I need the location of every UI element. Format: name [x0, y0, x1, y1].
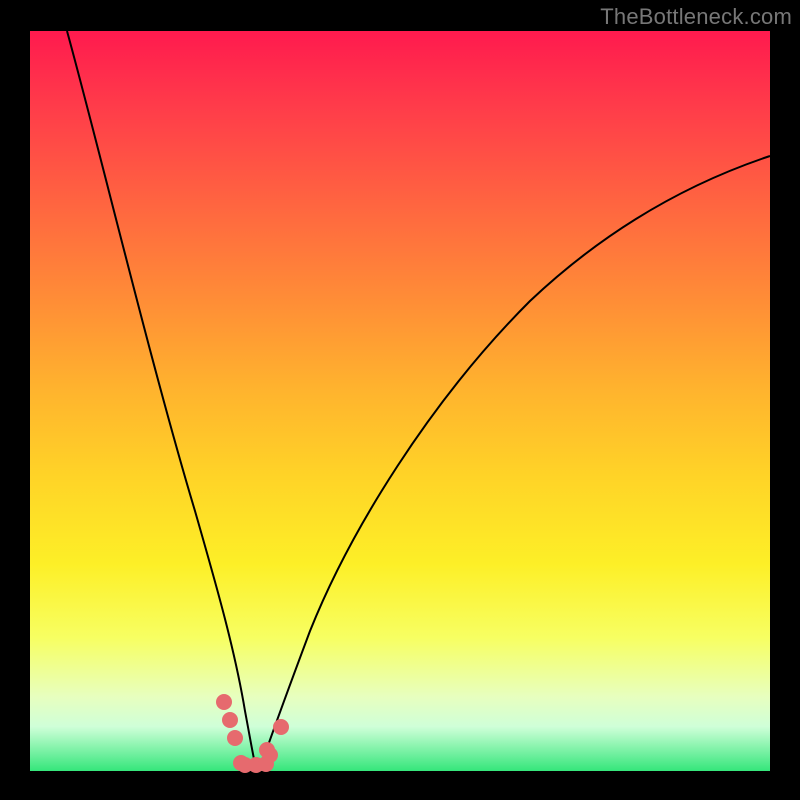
data-point — [262, 747, 278, 763]
data-point — [216, 694, 232, 710]
data-point — [273, 719, 289, 735]
curve-layer — [30, 31, 770, 771]
watermark-text: TheBottleneck.com — [600, 4, 792, 30]
curve-left-branch — [67, 31, 256, 768]
data-point — [222, 712, 238, 728]
chart-frame: TheBottleneck.com — [0, 0, 800, 800]
curve-right-branch — [260, 156, 770, 768]
data-point — [227, 730, 243, 746]
plot-area — [30, 31, 770, 771]
